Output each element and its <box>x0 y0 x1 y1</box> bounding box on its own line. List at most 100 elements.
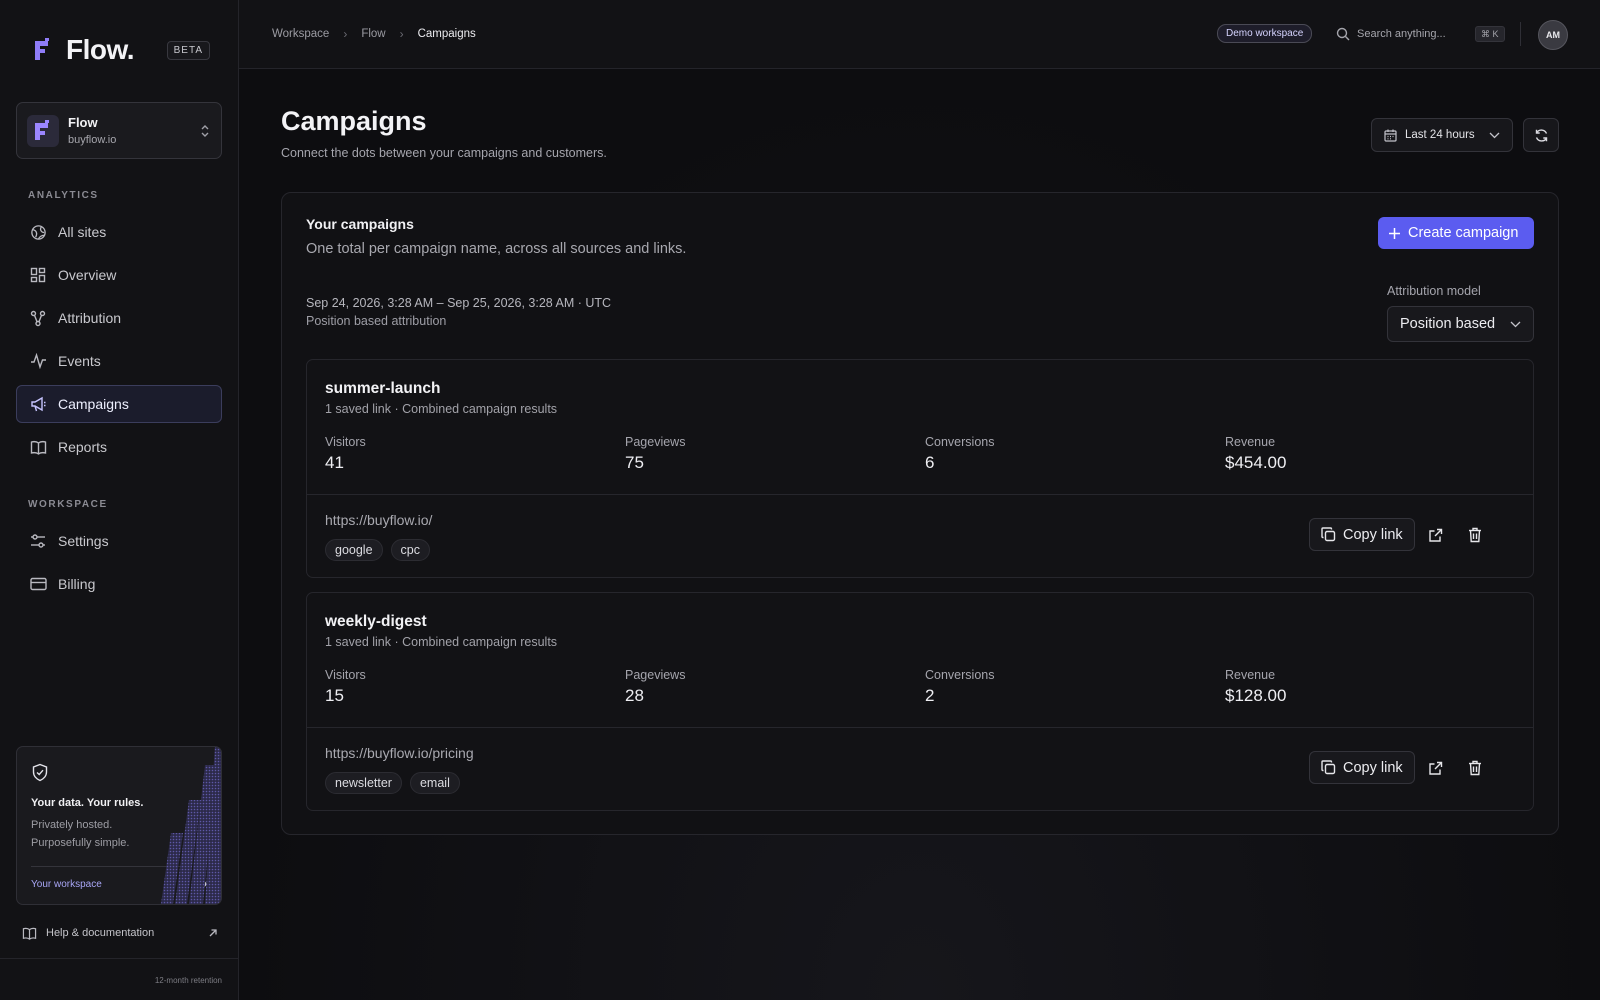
sidebar-item-overview[interactable]: Overview <box>16 256 222 294</box>
sidebar-item-label: Reports <box>58 439 108 455</box>
keyboard-shortcut-hint: ⌘ K <box>1475 26 1505 42</box>
metric-label: Visitors <box>325 435 366 449</box>
campaign-name: weekly-digest <box>325 613 427 630</box>
metric-label: Pageviews <box>625 668 686 682</box>
sidebar-item-label: Settings <box>58 533 109 549</box>
create-campaign-button[interactable]: Create campaign <box>1378 217 1534 249</box>
copy-icon <box>1321 760 1336 775</box>
metric-revenue: Revenue $454.00 <box>1225 435 1286 473</box>
delete-button[interactable] <box>1464 524 1486 546</box>
privacy-card-line: Purposefully simple. <box>31 837 130 849</box>
metric-value: $454.00 <box>1225 453 1287 472</box>
topbar: Workspace › Flow › Campaigns Demo worksp… <box>239 0 1600 69</box>
credit-card-icon <box>29 575 47 593</box>
campaigns-panel: Your campaigns One total per campaign na… <box>281 192 1559 835</box>
search-icon <box>1336 27 1350 41</box>
tag-medium: email <box>409 772 460 794</box>
copy-link-label: Copy link <box>1343 526 1403 543</box>
sidebar-item-label: Overview <box>58 267 117 283</box>
metric-conversions: Conversions 2 <box>925 668 994 706</box>
breadcrumb-flow[interactable]: Flow <box>361 28 385 40</box>
activity-icon <box>29 352 47 370</box>
help-documentation-link[interactable]: Help & documentation <box>22 924 218 942</box>
metric-pageviews: Pageviews 75 <box>625 435 685 473</box>
megaphone-icon <box>29 395 47 413</box>
campaign-tags: newsletter email <box>325 772 468 794</box>
metric-value: 6 <box>925 453 935 472</box>
metric-conversions: Conversions 6 <box>925 435 994 473</box>
campaign-meta: 1 saved link · Combined campaign results <box>325 402 558 416</box>
tag-medium: cpc <box>390 539 430 561</box>
breadcrumb: Workspace › Flow › Campaigns <box>272 27 476 41</box>
sidebar-item-all-sites[interactable]: All sites <box>16 213 222 251</box>
open-link-button[interactable] <box>1424 524 1446 546</box>
metric-value: 2 <box>925 686 935 705</box>
tag-source: newsletter <box>325 772 402 794</box>
sidebar-item-reports[interactable]: Reports <box>16 428 222 466</box>
tag-source: google <box>325 539 383 561</box>
attribution-model-select[interactable]: Position based <box>1387 306 1534 342</box>
dashboard-icon <box>29 266 47 284</box>
flow-logo-icon <box>32 37 52 63</box>
campaign-url: https://buyflow.io/ <box>325 512 433 528</box>
org-logo-icon <box>27 114 59 147</box>
your-workspace-link[interactable]: Your workspace <box>31 879 102 890</box>
chevron-down-icon <box>1510 321 1521 328</box>
chevron-down-icon <box>1489 132 1500 139</box>
user-avatar[interactable]: AM <box>1538 20 1568 50</box>
divider <box>0 958 239 959</box>
org-switcher[interactable]: Flow buyflow.io <box>16 102 222 159</box>
calendar-icon <box>1384 129 1397 142</box>
metric-value: 41 <box>325 453 344 472</box>
copy-icon <box>1321 527 1336 542</box>
date-range-label: Last 24 hours <box>1405 129 1475 141</box>
copy-link-button[interactable]: Copy link <box>1309 751 1415 784</box>
sidebar-item-label: Events <box>58 353 101 369</box>
campaign-card: summer-launch 1 saved link · Combined ca… <box>306 359 1534 578</box>
sidebar-item-events[interactable]: Events <box>16 342 222 380</box>
sidebar: Flow. BETA Flow buyflow.io ANALYTICS All… <box>0 0 239 1000</box>
globe-icon <box>29 223 47 241</box>
sidebar-item-settings[interactable]: Settings <box>16 522 222 560</box>
sidebar-item-attribution[interactable]: Attribution <box>16 299 222 337</box>
privacy-card-line: Privately hosted. <box>31 819 113 831</box>
trash-icon <box>1468 527 1482 543</box>
book-icon <box>29 438 47 456</box>
privacy-card: Your data. Your rules. Privately hosted.… <box>16 746 222 905</box>
open-link-button[interactable] <box>1424 757 1446 779</box>
sliders-icon <box>29 532 47 550</box>
divider <box>307 727 1533 728</box>
page-title: Campaigns <box>281 106 427 136</box>
panel-subtitle: One total per campaign name, across all … <box>306 241 687 257</box>
metric-visitors: Visitors 41 <box>325 435 366 473</box>
campaign-tags: google cpc <box>325 539 438 561</box>
decorative-bars-graphic <box>161 747 221 904</box>
metric-revenue: Revenue $128.00 <box>1225 668 1286 706</box>
chevron-up-down-icon <box>199 124 211 138</box>
sidebar-item-billing[interactable]: Billing <box>16 565 222 603</box>
brand-row: Flow. BETA <box>32 32 210 68</box>
search-input[interactable] <box>1357 24 1457 44</box>
metric-label: Revenue <box>1225 435 1276 449</box>
copy-link-button[interactable]: Copy link <box>1309 518 1415 551</box>
delete-button[interactable] <box>1464 757 1486 779</box>
refresh-button[interactable] <box>1523 118 1559 152</box>
date-range-select[interactable]: Last 24 hours <box>1371 118 1513 152</box>
external-link-icon <box>1428 528 1443 543</box>
privacy-card-title: Your data. Your rules. <box>31 797 144 809</box>
analytics-section-label: ANALYTICS <box>28 190 99 201</box>
org-name: Flow <box>68 115 98 130</box>
metric-pageviews: Pageviews 28 <box>625 668 685 706</box>
metric-label: Conversions <box>925 435 995 449</box>
metric-label: Visitors <box>325 668 366 682</box>
attribution-description: Position based attribution <box>306 314 447 328</box>
metric-value: 15 <box>325 686 344 705</box>
sidebar-item-campaigns[interactable]: Campaigns <box>16 385 222 423</box>
breadcrumb-workspace[interactable]: Workspace <box>272 28 329 40</box>
metric-value: 28 <box>625 686 644 705</box>
beta-badge: BETA <box>166 40 210 60</box>
metric-label: Revenue <box>1225 668 1276 682</box>
demo-workspace-badge: Demo workspace <box>1217 24 1313 43</box>
campaign-name: summer-launch <box>325 380 441 397</box>
retention-note: 12-month retention <box>154 976 222 985</box>
